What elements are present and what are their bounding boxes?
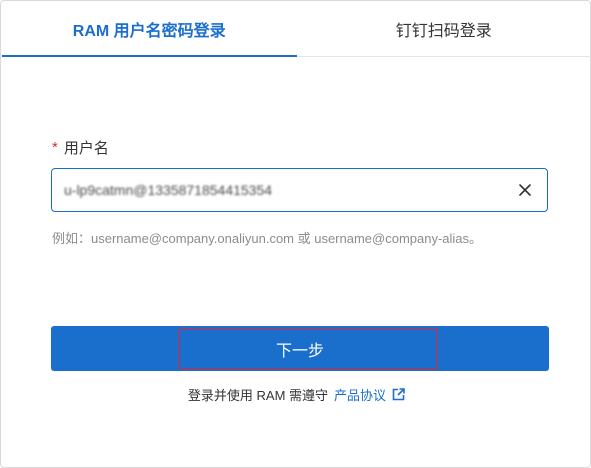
username-field[interactable]: u-lp9catmn@1335871854415354 [51, 168, 548, 212]
agreement-text: 登录并使用 RAM 需遵守 [187, 388, 329, 403]
next-button-label: 下一步 [275, 342, 324, 360]
next-button[interactable]: 下一步 [51, 326, 549, 371]
username-input[interactable]: u-lp9catmn@1335871854415354 [64, 182, 515, 198]
product-agreement-link[interactable]: 产品协议 [334, 385, 386, 404]
username-label-row: * 用户名 [52, 137, 109, 158]
tab-ram-password-login[interactable]: RAM 用户名密码登录 [2, 2, 297, 57]
username-hint: 例如：username@company.onaliyun.com 或 usern… [52, 231, 483, 246]
external-link-icon[interactable] [392, 388, 405, 401]
required-mark: * [52, 139, 58, 156]
login-tabs: RAM 用户名密码登录 钉钉扫码登录 [2, 2, 591, 57]
login-panel: RAM 用户名密码登录 钉钉扫码登录 * 用户名 u-lp9catmn@1335… [0, 0, 591, 468]
agreement-row: 登录并使用 RAM 需遵守 产品协议 [1, 385, 591, 404]
username-label: 用户名 [63, 140, 109, 157]
close-icon[interactable] [515, 180, 535, 200]
tab-dingtalk-qr-login[interactable]: 钉钉扫码登录 [297, 2, 591, 56]
